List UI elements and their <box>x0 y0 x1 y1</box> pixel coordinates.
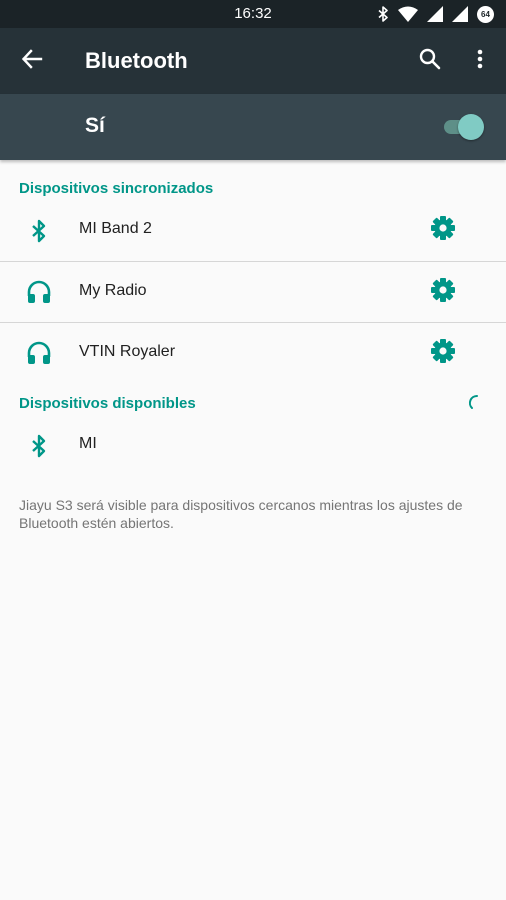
switch-label: Sí <box>85 114 105 137</box>
status-bar: 16:32 64 <box>0 0 506 28</box>
bluetooth-toggle[interactable] <box>444 114 484 140</box>
bluetooth-icon <box>24 431 54 461</box>
visibility-note: Jiayu S3 será visible para dispositivos … <box>19 497 463 531</box>
device-name: MI Band 2 <box>79 220 152 237</box>
available-device-mi[interactable]: MI <box>0 414 506 476</box>
more-vert-icon <box>477 49 483 74</box>
gear-icon <box>430 215 456 246</box>
device-name: MI <box>79 435 97 452</box>
signal-icon <box>427 6 443 22</box>
toggle-thumb <box>458 114 484 140</box>
bluetooth-icon <box>24 216 54 246</box>
paired-device-mi-band-2[interactable]: MI Band 2 <box>0 199 506 261</box>
wifi-icon <box>398 6 418 22</box>
search-icon <box>419 48 441 75</box>
app-bar: Bluetooth <box>0 28 506 94</box>
signal-icon <box>452 6 468 22</box>
back-button[interactable] <box>12 41 52 81</box>
battery-icon: 64 <box>477 5 494 23</box>
paired-device-vtin-royaler[interactable]: VTIN Royaler <box>0 322 506 384</box>
paired-devices-header: Dispositivos sincronizados <box>19 180 214 197</box>
gear-icon <box>430 338 456 369</box>
gear-icon <box>430 277 456 308</box>
device-settings-button[interactable] <box>427 337 459 369</box>
headset-icon <box>24 278 54 308</box>
device-settings-button[interactable] <box>427 214 459 246</box>
device-name: My Radio <box>79 282 147 299</box>
bluetooth-switch-bar[interactable]: Sí <box>0 94 506 160</box>
available-devices-header: Dispositivos disponibles <box>19 395 196 412</box>
page-title: Bluetooth <box>85 48 188 73</box>
device-settings-button[interactable] <box>427 276 459 308</box>
search-button[interactable] <box>410 41 450 81</box>
headset-icon <box>24 339 54 369</box>
device-name: VTIN Royaler <box>79 343 176 360</box>
bluetooth-icon <box>378 6 389 22</box>
more-options-button[interactable] <box>460 41 500 81</box>
back-arrow-icon <box>21 48 43 75</box>
scanning-spinner-icon <box>467 393 487 413</box>
status-icons: 64 <box>378 5 494 23</box>
paired-device-my-radio[interactable]: My Radio <box>0 261 506 323</box>
